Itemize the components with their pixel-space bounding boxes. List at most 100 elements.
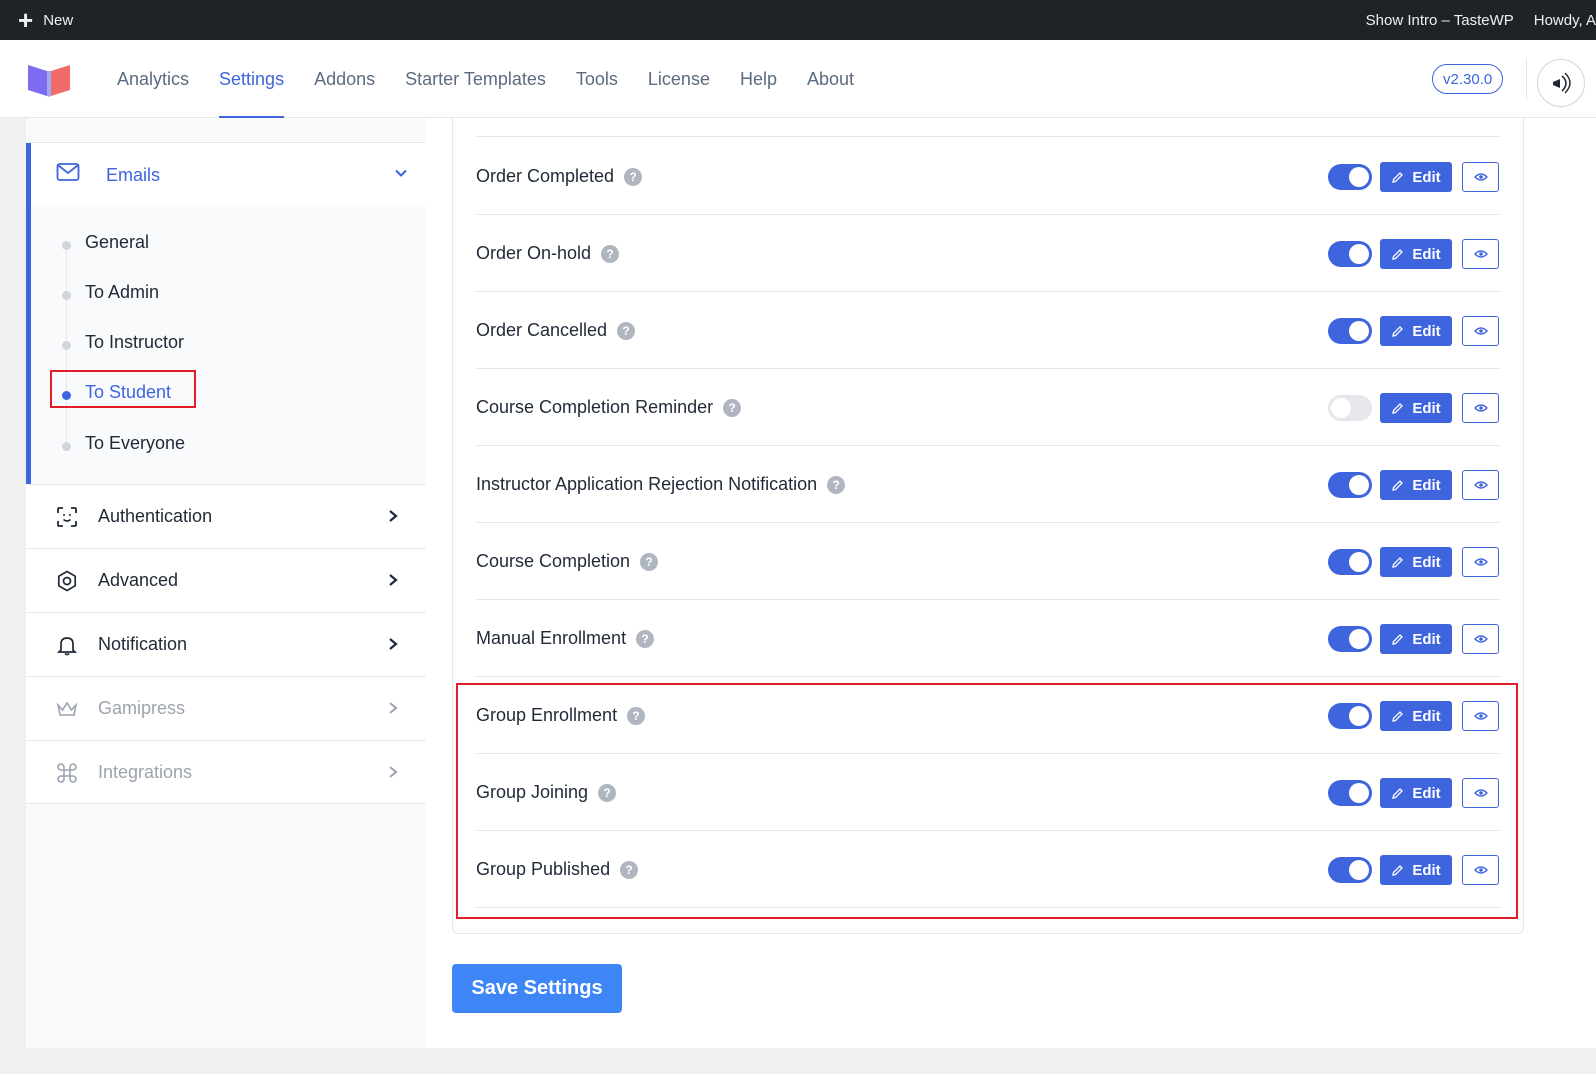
email-row-partial <box>476 60 1500 137</box>
help-icon[interactable]: ? <box>617 321 636 340</box>
edit-email-button[interactable]: Edit <box>1380 470 1452 500</box>
email-enable-toggle[interactable] <box>1328 472 1372 498</box>
edit-label: Edit <box>1412 630 1441 648</box>
sidebar-item-authentication[interactable]: Authentication <box>26 484 426 548</box>
email-title-wrap: Order Cancelled? <box>476 292 636 369</box>
eye-icon <box>1473 327 1488 335</box>
chevron-right-icon <box>389 702 398 714</box>
new-label: New <box>43 11 74 29</box>
preview-email-button[interactable] <box>1462 624 1499 654</box>
help-icon[interactable]: ? <box>624 167 643 186</box>
nav-settings-label: Settings <box>219 68 285 89</box>
sidebar-item-emails[interactable]: Emails <box>31 143 426 207</box>
email-row: Manual Enrollment? Edit <box>476 600 1500 677</box>
help-icon[interactable]: ? <box>601 244 620 263</box>
sidebar-item-advanced[interactable]: Advanced <box>26 548 426 612</box>
sidebar-item-integrations[interactable]: Integrations <box>26 740 426 804</box>
edit-label: Edit <box>1412 399 1441 417</box>
help-icon[interactable]: ? <box>827 475 846 494</box>
email-enable-toggle[interactable] <box>1328 318 1372 344</box>
email-row: Course Completion Reminder? Edit <box>476 369 1500 446</box>
email-title-wrap: Instructor Application Rejection Notific… <box>476 446 846 523</box>
email-row: Order Cancelled? Edit <box>476 292 1500 369</box>
pencil-icon <box>1392 325 1404 337</box>
sidebar-item-emails-label: Emails <box>106 164 161 185</box>
preview-email-button[interactable] <box>1462 239 1499 269</box>
email-title: Order Cancelled <box>476 320 608 340</box>
eye-icon <box>1473 558 1488 566</box>
crown-icon <box>56 701 78 716</box>
email-title-wrap: Course Completion Reminder? <box>476 369 742 446</box>
help-icon[interactable]: ? <box>636 629 655 648</box>
nav-analytics[interactable]: Analytics <box>117 40 189 118</box>
preview-email-button[interactable] <box>1462 547 1499 577</box>
subnav-dot <box>62 291 71 300</box>
admin-bar: + New Show Intro – TasteWP Howdy, A <box>0 0 1596 40</box>
email-row: Instructor Application Rejection Notific… <box>476 446 1500 523</box>
envelope-icon <box>56 163 80 181</box>
help-icon[interactable]: ? <box>723 398 742 417</box>
eye-icon <box>1473 481 1488 489</box>
sidebar-item-notification[interactable]: Notification <box>26 612 426 676</box>
email-enable-toggle[interactable] <box>1328 549 1372 575</box>
support-avatar[interactable] <box>1537 59 1585 107</box>
edit-email-button[interactable]: Edit <box>1380 547 1452 577</box>
sidebar-item-gamipress[interactable]: Gamipress <box>26 676 426 740</box>
email-row: Order Completed? Edit <box>476 138 1500 215</box>
subnav-to-instructor[interactable]: To Instructor <box>62 330 226 360</box>
subnav-to-everyone-label: To Everyone <box>85 433 186 453</box>
email-title: Course Completion <box>476 551 631 571</box>
email-enable-toggle[interactable] <box>1328 626 1372 652</box>
nav-addons[interactable]: Addons <box>314 40 375 118</box>
email-title-wrap: Manual Enrollment? <box>476 600 655 677</box>
nav-settings[interactable]: Settings <box>219 40 285 118</box>
preview-email-button[interactable] <box>1462 470 1499 500</box>
chevron-down-icon <box>395 169 407 177</box>
subnav-general[interactable]: General <box>62 230 226 260</box>
group-emails-highlight-box <box>456 683 1518 919</box>
sidebar-item-integrations-label: Integrations <box>98 762 193 782</box>
edit-email-button[interactable]: Edit <box>1380 393 1452 423</box>
subnav-to-everyone[interactable]: To Everyone <box>62 431 226 461</box>
preview-email-button[interactable] <box>1462 316 1499 346</box>
sidebar-divider <box>26 803 426 804</box>
sidebar-item-advanced-label: Advanced <box>98 570 179 590</box>
edit-label: Edit <box>1412 553 1441 571</box>
preview-email-button[interactable] <box>1462 162 1499 192</box>
pencil-icon <box>1392 171 1404 183</box>
subnav-dot <box>62 341 71 350</box>
email-title-wrap: Order Completed? <box>476 138 643 215</box>
megaphone-icon <box>1553 72 1571 94</box>
toggle-knob <box>1349 167 1369 187</box>
email-enable-toggle[interactable] <box>1328 395 1372 421</box>
toggle-knob <box>1349 321 1369 341</box>
toggle-knob <box>1349 244 1369 264</box>
plus-icon: + <box>18 5 34 35</box>
email-enable-toggle[interactable] <box>1328 241 1372 267</box>
edit-email-button[interactable]: Edit <box>1380 624 1452 654</box>
pencil-icon <box>1392 402 1404 414</box>
edit-label: Edit <box>1412 476 1441 494</box>
email-row: Order On-hold? Edit <box>476 215 1500 292</box>
sidebar-item-gamipress-label: Gamipress <box>98 698 186 718</box>
toggle-knob <box>1331 398 1351 418</box>
email-title: Course Completion Reminder <box>476 397 714 417</box>
subnav-to-instructor-label: To Instructor <box>85 332 185 352</box>
edit-email-button[interactable]: Edit <box>1380 239 1452 269</box>
email-title: Instructor Application Rejection Notific… <box>476 474 818 494</box>
howdy-account-link[interactable]: Howdy, A <box>1534 12 1596 29</box>
pencil-icon <box>1392 556 1404 568</box>
save-settings-button[interactable]: Save Settings <box>452 964 622 1013</box>
chevron-right-icon <box>389 766 398 778</box>
email-title: Order Completed <box>476 166 615 186</box>
new-content-link[interactable]: + New <box>18 0 73 40</box>
subnav-dot <box>62 442 71 451</box>
show-intro-link[interactable]: Show Intro – TasteWP <box>1366 12 1514 29</box>
subnav-to-admin[interactable]: To Admin <box>62 280 226 310</box>
edit-email-button[interactable]: Edit <box>1380 316 1452 346</box>
help-icon[interactable]: ? <box>640 552 659 571</box>
edit-email-button[interactable]: Edit <box>1380 162 1452 192</box>
preview-email-button[interactable] <box>1462 393 1499 423</box>
email-enable-toggle[interactable] <box>1328 164 1372 190</box>
pencil-icon <box>1392 633 1404 645</box>
